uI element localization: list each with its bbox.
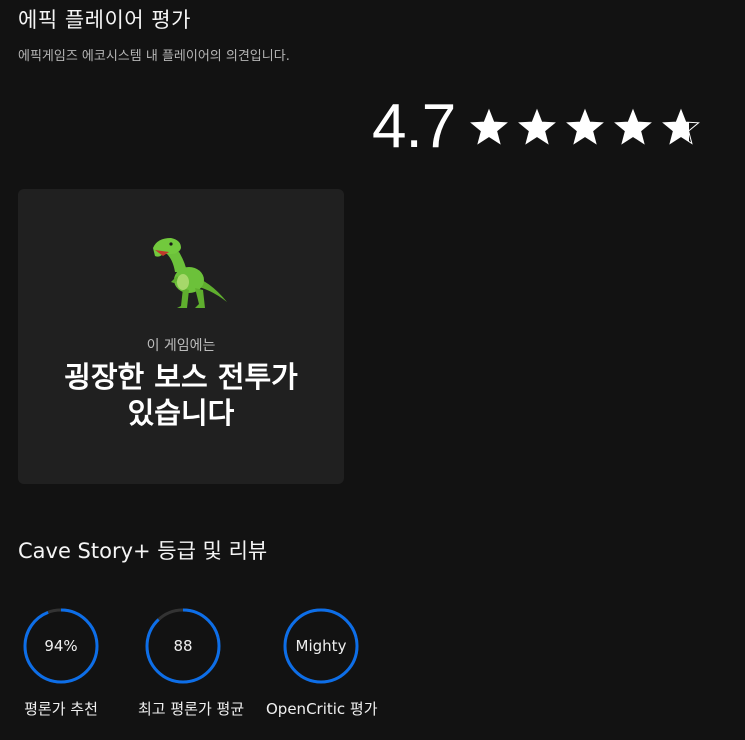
rating-value: 4.7 [372, 92, 456, 161]
star-icon [469, 108, 509, 146]
score-label: 평론가 추천 [24, 700, 98, 718]
star-icon [661, 108, 701, 146]
highlight-caption: 이 게임에는 [146, 338, 216, 354]
highlight-text-line2: 있습니다 [127, 396, 235, 430]
highlight-text: 굉장한 보스 전투가 있습니다 [18, 359, 344, 431]
dinosaur-icon [149, 232, 229, 312]
score-value: 88 [173, 637, 193, 655]
score-label: 최고 평론가 평균 [138, 700, 245, 718]
page-title: 에픽 플레이어 평가 [18, 8, 191, 32]
star-icon [517, 108, 557, 146]
score-ring: Mighty [281, 606, 361, 686]
reviews-title: Cave Story+ 등급 및 리뷰 [18, 539, 268, 563]
star-icon [565, 108, 605, 146]
highlight-text-line1: 굉장한 보스 전투가 [64, 360, 298, 394]
rating-stars [469, 108, 701, 146]
score-value: 94% [44, 637, 78, 655]
score-ring: 94% [21, 606, 101, 686]
page-subtitle: 에픽게임즈 에코시스템 내 플레이어의 의견입니다. [18, 49, 290, 64]
score-label: OpenCritic 평가 [266, 700, 378, 718]
player-rating: 4.7 [372, 92, 701, 162]
score-value: Mighty [295, 637, 347, 655]
score-opencritic-rating[interactable]: Mighty OpenCritic 평가 [266, 606, 378, 719]
highlight-card: 이 게임에는 굉장한 보스 전투가 있습니다 [18, 189, 344, 484]
score-critic-recommend[interactable]: 94% 평론가 추천 [16, 606, 106, 719]
star-icon [613, 108, 653, 146]
score-ring: 88 [143, 606, 223, 686]
score-top-critic-average[interactable]: 88 최고 평론가 평균 [138, 606, 245, 719]
